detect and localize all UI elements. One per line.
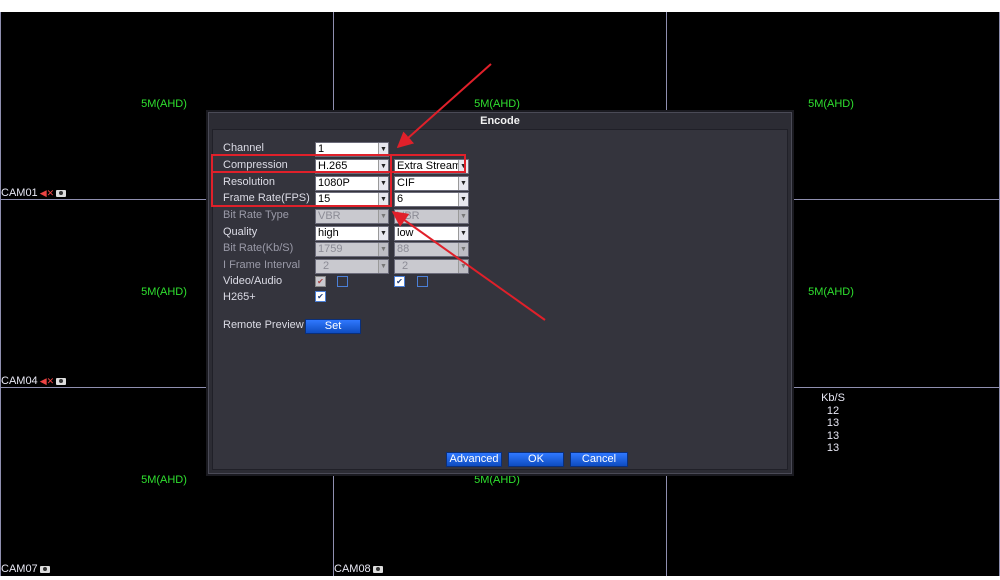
bitrate-value: 13 xyxy=(826,429,840,442)
channel-label: Channel xyxy=(223,142,264,154)
highlight-compression-extra xyxy=(387,154,466,173)
bit-rate-label: Bit Rate(Kb/S) xyxy=(223,242,294,254)
camera-label-cam01[interactable]: CAM01 ◀✕ xyxy=(1,187,67,199)
camera-label-cam04[interactable]: CAM04 ◀✕ xyxy=(1,375,67,387)
bit-rate-main-value: 1759 xyxy=(318,243,343,255)
record-icon xyxy=(39,565,50,573)
main-audio-checkbox-icon[interactable] xyxy=(337,276,348,287)
grid-divider xyxy=(0,12,1,576)
bitrate-panel: Kb/S 12 13 13 13 xyxy=(813,392,853,455)
bit-rate-extra-select: 88 ▼ xyxy=(394,242,469,257)
dropdown-arrow-icon: ▼ xyxy=(458,260,468,273)
dropdown-arrow-icon: ▼ xyxy=(378,227,388,240)
bit-rate-type-main-value: VBR xyxy=(318,210,341,222)
i-frame-extra-select: 2 ▼ xyxy=(394,259,469,274)
highlight-resolution-framerate xyxy=(211,171,392,207)
camera-resolution-label: 5M(AHD) xyxy=(474,98,520,110)
bit-rate-type-label: Bit Rate Type xyxy=(223,209,289,221)
speaker-muted-icon: ◀✕ xyxy=(39,187,55,198)
dropdown-arrow-icon: ▼ xyxy=(458,227,468,240)
bitrate-value: 12 xyxy=(826,404,840,417)
camera-name: CAM07 xyxy=(1,563,38,575)
ok-button[interactable]: OK xyxy=(508,452,564,467)
i-frame-main-value: 2 xyxy=(323,260,330,272)
camera-label-cam08[interactable]: CAM08 xyxy=(334,563,383,575)
cancel-button[interactable]: Cancel xyxy=(570,452,628,467)
dropdown-arrow-icon: ▼ xyxy=(458,177,468,190)
remote-preview-label: Remote Preview xyxy=(223,319,304,331)
camera-label-cam07[interactable]: CAM07 xyxy=(1,563,50,575)
bit-rate-type-extra-value: VBR xyxy=(397,210,420,222)
record-icon xyxy=(56,189,67,197)
dropdown-arrow-icon: ▼ xyxy=(378,243,388,256)
frame-rate-extra-value: 6 xyxy=(397,193,404,205)
dropdown-arrow-icon: ▼ xyxy=(458,210,468,223)
main-video-checkbox-icon: ✔ xyxy=(315,276,326,287)
bitrate-header: Kb/S xyxy=(821,392,845,404)
extra-video-checkbox-icon[interactable]: ✔ xyxy=(394,276,405,287)
quality-extra-value: low xyxy=(397,227,414,239)
i-frame-main-select: 2 ▼ xyxy=(315,259,389,274)
h265plus-checkbox-icon[interactable]: ✔ xyxy=(315,291,326,302)
resolution-extra-select[interactable]: CIF ▼ xyxy=(394,176,469,191)
speaker-muted-icon: ◀✕ xyxy=(39,375,55,386)
quality-label: Quality xyxy=(223,226,258,238)
camera-name: CAM01 xyxy=(1,187,38,199)
resolution-extra-value: CIF xyxy=(397,177,415,189)
advanced-button[interactable]: Advanced xyxy=(446,452,502,467)
dropdown-arrow-icon: ▼ xyxy=(378,210,388,223)
bit-rate-extra-value: 88 xyxy=(397,243,410,255)
record-icon xyxy=(56,377,67,385)
bitrate-value: 13 xyxy=(826,417,840,429)
quality-main-value: high xyxy=(318,227,339,239)
bit-rate-type-extra-select: VBR ▼ xyxy=(394,209,469,224)
camera-name: CAM04 xyxy=(1,375,38,387)
camera-resolution-label: 5M(AHD) xyxy=(141,98,187,110)
dropdown-arrow-icon: ▼ xyxy=(458,193,468,206)
bit-rate-main-select: 1759 ▼ xyxy=(315,242,389,257)
h265plus-label: H265+ xyxy=(223,291,256,303)
camera-name: CAM08 xyxy=(334,563,371,575)
i-frame-extra-value: 2 xyxy=(402,260,409,272)
record-icon xyxy=(372,565,383,573)
camera-resolution-label: 5M(AHD) xyxy=(808,98,854,110)
extra-audio-checkbox-icon[interactable] xyxy=(417,276,428,287)
quality-main-select[interactable]: high ▼ xyxy=(315,226,389,241)
dropdown-arrow-icon: ▼ xyxy=(458,243,468,256)
i-frame-interval-label: I Frame Interval xyxy=(223,259,301,271)
frame-rate-extra-select[interactable]: 6 ▼ xyxy=(394,192,469,207)
bit-rate-type-main-select: VBR ▼ xyxy=(315,209,389,224)
set-button[interactable]: Set xyxy=(305,319,361,334)
video-audio-label: Video/Audio xyxy=(223,275,283,287)
dialog-title: Encode xyxy=(480,115,520,127)
quality-extra-select[interactable]: low ▼ xyxy=(394,226,469,241)
bitrate-value: 13 xyxy=(826,442,840,454)
dropdown-arrow-icon: ▼ xyxy=(378,260,388,273)
